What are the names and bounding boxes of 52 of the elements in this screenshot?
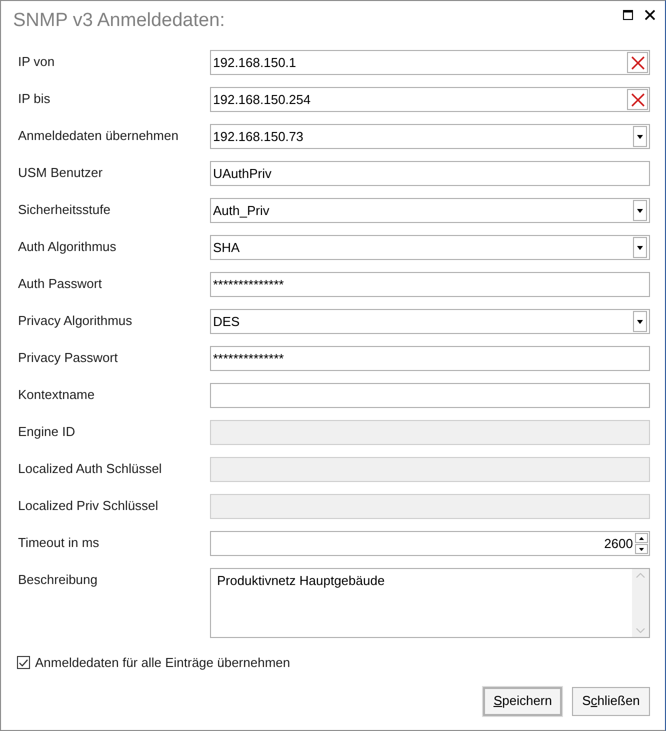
close-icon: [630, 56, 644, 70]
field-label: Auth Algorithmus: [18, 238, 118, 256]
field-label: Engine ID: [18, 423, 76, 441]
dialog-button[interactable]: Schließen: [572, 686, 650, 716]
caret-icon: [637, 208, 643, 212]
field-label: Localized Priv Schlüssel: [18, 497, 160, 515]
checkbox-row[interactable]: Anmeldedaten für alle Einträge übernehmen: [17, 653, 665, 672]
input-field[interactable]: UAuthPriv: [210, 161, 650, 186]
dropdown-button[interactable]: [633, 237, 647, 258]
window-title: SNMP v3 Anmeldedaten:: [13, 9, 225, 33]
dropdown[interactable]: SHA: [210, 235, 650, 260]
text-area[interactable]: Produktivnetz Hauptgebäude: [210, 568, 650, 638]
input-field[interactable]: [210, 383, 650, 408]
field-label: Privacy Algorithmus: [18, 312, 134, 330]
maximize-icon[interactable]: [623, 10, 633, 20]
field-label: Anmeldedaten übernehmen: [18, 127, 180, 145]
field-label: USM Benutzer: [18, 164, 104, 182]
caret-icon: [637, 320, 643, 324]
input-field[interactable]: 192.168.150.254: [210, 87, 650, 112]
clear-button[interactable]: [627, 52, 648, 73]
field-label: IP von: [18, 53, 56, 71]
increment-button[interactable]: [635, 533, 648, 543]
dropdown[interactable]: DES: [210, 309, 650, 334]
dropdown[interactable]: Auth_Priv: [210, 198, 650, 223]
field-label: Kontextname: [18, 386, 96, 404]
field-label: Sicherheitsstufe: [18, 201, 112, 219]
close-icon[interactable]: [645, 10, 655, 20]
field-label: Auth Passwort: [18, 275, 103, 293]
checkbox-label: Anmeldedaten für alle Einträge übernehmen: [35, 654, 290, 672]
field-label: Privacy Passwort: [18, 349, 119, 367]
dialog-button[interactable]: Speichern: [483, 686, 562, 716]
down-caret-icon: [639, 548, 644, 550]
caret-icon: [637, 134, 643, 138]
check-icon: [19, 658, 28, 667]
dropdown-button[interactable]: [633, 126, 647, 147]
close-icon: [630, 92, 644, 106]
field-label: Beschreibung: [18, 571, 98, 589]
field-label: IP bis: [18, 90, 52, 108]
decrement-button[interactable]: [635, 544, 648, 554]
input-field[interactable]: 192.168.150.1: [210, 50, 650, 75]
dropdown-button[interactable]: [633, 311, 647, 332]
field-label: Timeout in ms: [18, 534, 100, 552]
clear-button[interactable]: [627, 89, 648, 110]
dropdown[interactable]: 192.168.150.73: [210, 124, 650, 149]
dropdown-button[interactable]: [633, 200, 647, 221]
checkbox[interactable]: [17, 656, 30, 670]
up-caret-icon: [639, 536, 644, 540]
input-field[interactable]: **************: [210, 346, 650, 371]
input-field[interactable]: **************: [210, 272, 650, 297]
number-field[interactable]: 2600: [210, 531, 650, 556]
caret-icon: [637, 246, 643, 250]
field-label: Localized Auth Schlüssel: [18, 460, 163, 478]
